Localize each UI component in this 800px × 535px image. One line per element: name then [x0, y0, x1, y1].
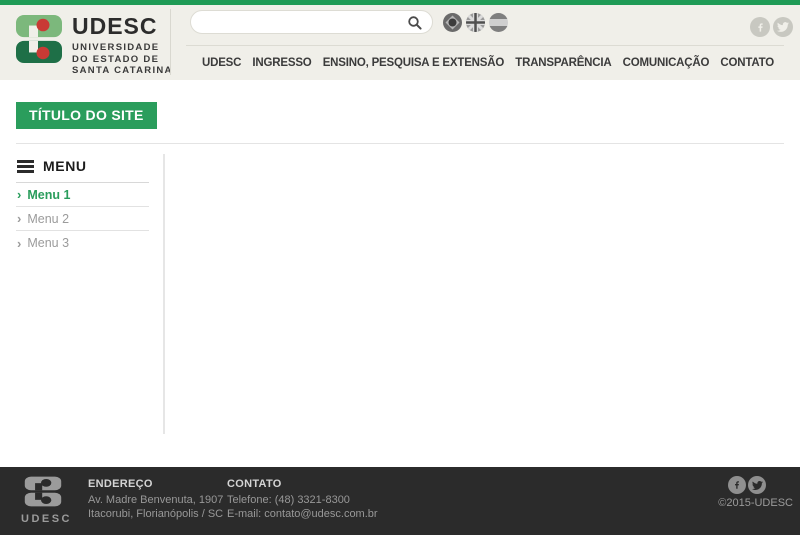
nav-item-contato[interactable]: CONTATO: [720, 57, 774, 69]
hamburger-menu-icon[interactable]: [17, 160, 34, 173]
footer-email: E-mail: contato@udesc.com.br: [227, 507, 378, 521]
footer-address-title: ENDEREÇO: [88, 478, 223, 490]
udesc-logo-mark-icon: [15, 14, 63, 69]
footer-logo-text: UDESC: [21, 513, 65, 525]
title-divider: [16, 143, 784, 144]
udesc-logo[interactable]: UDESC UNIVERSIDADE DO ESTADO DE SANTA CA…: [15, 14, 173, 77]
udesc-logo-mark-gray-icon: [24, 494, 62, 511]
footer-contact-block: CONTATO Telefone: (48) 3321-8300 E-mail:…: [227, 478, 378, 521]
header-vertical-divider: [170, 9, 171, 75]
footer-address-line: Av. Madre Benvenuta, 1907: [88, 493, 223, 507]
sidebar-item-label: Menu 1: [27, 188, 70, 202]
brazil-flag-icon[interactable]: [443, 13, 462, 32]
footer-address-block: ENDEREÇO Av. Madre Benvenuta, 1907 Itaco…: [88, 478, 223, 521]
footer-udesc-logo[interactable]: UDESC: [21, 476, 65, 525]
nav-item-ingresso[interactable]: INGRESSO: [252, 57, 311, 69]
sidebar-item-menu-1[interactable]: Menu 1: [16, 183, 149, 207]
sidebar-item-label: Menu 3: [27, 236, 69, 250]
content-vertical-divider: [163, 154, 165, 434]
facebook-icon[interactable]: [750, 17, 770, 37]
sidebar-menu: MENU Menu 1 Menu 2 Menu 3: [16, 154, 149, 255]
footer-address-line: Itacorubi, Florianópolis / SC: [88, 507, 223, 521]
footer-right-block: ©2015-UDESC: [718, 476, 793, 509]
sidebar-item-menu-3[interactable]: Menu 3: [16, 231, 149, 255]
nav-item-ensino-pesquisa-extensao[interactable]: ENSINO, PESQUISA E EXTENSÃO: [323, 57, 504, 69]
site-footer: UDESC ENDEREÇO Av. Madre Benvenuta, 1907…: [0, 467, 800, 535]
footer-phone: Telefone: (48) 3321-8300: [227, 493, 378, 507]
brand-subtitle: UNIVERSIDADE DO ESTADO DE SANTA CATARINA: [72, 42, 173, 77]
chevron-right-icon: [16, 236, 27, 251]
search-bar: [190, 10, 433, 34]
nav-item-transparencia[interactable]: TRANSPARÊNCIA: [515, 57, 611, 69]
brand-subtitle-line: DO ESTADO DE: [72, 54, 173, 66]
uk-flag-icon[interactable]: [466, 13, 485, 32]
twitter-icon[interactable]: [748, 476, 766, 494]
nav-item-udesc[interactable]: UDESC: [202, 57, 241, 69]
site-header: UDESC UNIVERSIDADE DO ESTADO DE SANTA CA…: [0, 5, 800, 80]
main-content-area: TÍTULO DO SITE MENU Menu 1 Menu 2 Menu 3: [0, 80, 800, 467]
sidebar-menu-header: MENU: [16, 154, 149, 183]
twitter-icon[interactable]: [773, 17, 793, 37]
sidebar-menu-title: MENU: [43, 158, 87, 174]
spain-flag-icon[interactable]: [489, 13, 508, 32]
sidebar-item-label: Menu 2: [27, 212, 69, 226]
footer-social-links: [728, 476, 766, 494]
search-icon[interactable]: [407, 15, 423, 31]
search-input[interactable]: [204, 13, 399, 32]
chevron-right-icon: [16, 211, 27, 226]
sidebar-menu-list: Menu 1 Menu 2 Menu 3: [16, 183, 149, 255]
footer-contact-title: CONTATO: [227, 478, 378, 490]
brand-subtitle-line: UNIVERSIDADE: [72, 42, 173, 54]
nav-item-comunicacao[interactable]: COMUNICAÇÃO: [623, 57, 710, 69]
brand-subtitle-line: SANTA CATARINA: [72, 65, 173, 77]
header-social-links: [750, 17, 793, 37]
chevron-right-icon: [16, 187, 27, 202]
page-title: TÍTULO DO SITE: [16, 102, 157, 129]
brand-name: UDESC: [72, 15, 173, 38]
copyright-text: ©2015-UDESC: [718, 497, 793, 509]
language-switcher: [443, 13, 508, 32]
udesc-logo-text: UDESC UNIVERSIDADE DO ESTADO DE SANTA CA…: [72, 14, 173, 77]
content-row: MENU Menu 1 Menu 2 Menu 3: [16, 154, 784, 434]
facebook-icon[interactable]: [728, 476, 746, 494]
main-navigation: UDESC INGRESSO ENSINO, PESQUISA E EXTENS…: [186, 45, 784, 80]
sidebar-item-menu-2[interactable]: Menu 2: [16, 207, 149, 231]
